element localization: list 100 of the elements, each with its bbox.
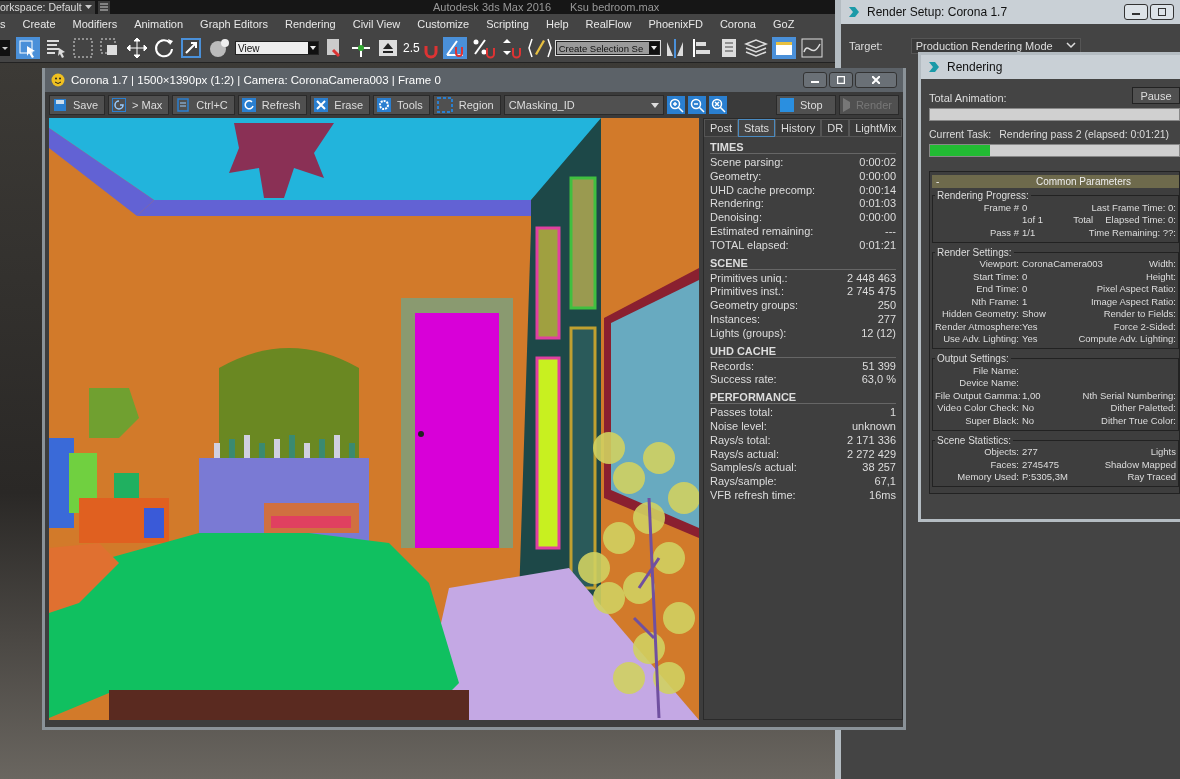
menu-toggle-button[interactable] bbox=[98, 0, 110, 14]
current-task-text: Rendering pass 2 (elapsed: 0:01:21) bbox=[999, 128, 1170, 140]
pivot-icon[interactable] bbox=[349, 36, 373, 60]
close-button[interactable] bbox=[855, 72, 897, 88]
maximize-button[interactable] bbox=[829, 72, 853, 88]
stat-value: 0:00:02 bbox=[859, 156, 896, 170]
panel-tab[interactable]: LightMix bbox=[849, 119, 903, 137]
rectangle-selection-icon[interactable] bbox=[71, 36, 95, 60]
toolbar-button[interactable]: Erase bbox=[310, 95, 371, 115]
channel-dropdown[interactable]: CMasking_ID bbox=[503, 95, 664, 115]
reference-coordinate-dropdown[interactable]: View bbox=[235, 41, 319, 55]
field-value: P:5305,3M bbox=[1022, 471, 1068, 483]
stat-value: 16ms bbox=[869, 488, 896, 503]
toolbar-button[interactable]: Region bbox=[432, 95, 501, 115]
field-label: Render to Fields: bbox=[1103, 308, 1176, 320]
stat-label: Rendering: bbox=[710, 197, 764, 212]
stat-value: 2 171 336 bbox=[847, 433, 896, 448]
stat-value: 2 745 475 bbox=[847, 285, 896, 300]
menu-item[interactable]: Scripting bbox=[477, 18, 538, 30]
zoom-out-icon[interactable] bbox=[687, 96, 706, 114]
menu-item[interactable]: Corona bbox=[711, 18, 765, 30]
menu-item[interactable]: Rendering bbox=[276, 18, 345, 30]
minimize-button[interactable] bbox=[803, 72, 827, 88]
spiral-icon bbox=[112, 98, 127, 112]
menu-item[interactable]: Graph Editors bbox=[191, 18, 277, 30]
snap-value: 2.5 bbox=[403, 41, 420, 55]
close-icon bbox=[872, 76, 880, 84]
stat-label: Lights (groups): bbox=[710, 326, 787, 341]
angle-snap-icon[interactable] bbox=[441, 36, 468, 60]
menu-item[interactable]: s bbox=[0, 18, 14, 30]
field-label: Height: bbox=[1145, 270, 1176, 282]
selection-set-dropdown[interactable]: Create Selection Se bbox=[555, 41, 660, 55]
menu-item[interactable]: Customize bbox=[408, 18, 478, 30]
zoom-fit-icon[interactable] bbox=[708, 96, 727, 114]
menu-item[interactable]: Modifiers bbox=[64, 18, 126, 30]
panel-tab[interactable]: History bbox=[775, 119, 822, 137]
rotate-icon[interactable] bbox=[152, 36, 176, 60]
menu-item[interactable]: Help bbox=[537, 18, 578, 30]
region-select-icon bbox=[436, 97, 453, 113]
stat-label: Scene parsing: bbox=[710, 156, 784, 170]
toolbar-button[interactable]: Ctrl+C bbox=[172, 95, 235, 115]
pause-button[interactable]: Pause bbox=[1132, 87, 1180, 104]
app-logo-icon bbox=[847, 5, 861, 19]
menu-item[interactable]: Create bbox=[14, 18, 65, 30]
menu-item[interactable]: Civil View bbox=[344, 18, 409, 30]
stat-label: Rays/sample: bbox=[710, 475, 777, 489]
maximize-button[interactable] bbox=[1150, 4, 1174, 20]
stat-label: Instances: bbox=[710, 312, 761, 327]
toolbar-button[interactable]: Refresh bbox=[237, 95, 308, 115]
field-label: Shadow Mapped bbox=[1104, 458, 1176, 470]
scale-icon[interactable] bbox=[179, 36, 203, 60]
curve-editor-icon[interactable] bbox=[799, 36, 824, 60]
field-label: Start Time: bbox=[973, 270, 1019, 282]
field-label: Image Aspect Ratio: bbox=[1090, 295, 1176, 307]
select-object-icon[interactable] bbox=[15, 36, 41, 60]
workspace-dropdown[interactable]: orkspace: Default bbox=[0, 0, 95, 14]
layers-icon[interactable] bbox=[743, 36, 768, 60]
edit-named-selection-icon[interactable] bbox=[526, 36, 553, 60]
menu-icon bbox=[100, 3, 108, 11]
menu-item[interactable]: GoZ bbox=[764, 18, 803, 30]
field-label: Hidden Geometry: bbox=[941, 308, 1019, 320]
chevron-down-icon bbox=[1065, 42, 1076, 50]
field-label: Memory Used: bbox=[957, 471, 1019, 483]
menu-item[interactable]: Animation bbox=[125, 18, 192, 30]
panel-tab[interactable]: Post bbox=[704, 119, 738, 137]
gear-icon bbox=[377, 98, 392, 112]
panel-tab[interactable]: DR bbox=[821, 119, 850, 137]
field-label: Elapsed Time: 0: bbox=[1105, 214, 1176, 226]
menu-item[interactable]: PhoenixFD bbox=[639, 18, 712, 30]
refresh-icon bbox=[241, 98, 256, 112]
scene-explorer-icon[interactable] bbox=[770, 36, 797, 60]
group-title: Render Settings: bbox=[936, 246, 1013, 258]
field-label: File Name: bbox=[973, 364, 1019, 376]
stat-value: 38 257 bbox=[862, 461, 896, 476]
field-label: Nth Serial Numbering: bbox=[1082, 389, 1176, 401]
stop-button[interactable]: Stop bbox=[776, 95, 836, 115]
zoom-in-icon[interactable] bbox=[666, 96, 685, 114]
stat-value: 0:00:00 bbox=[859, 211, 896, 225]
stat-label: Geometry groups: bbox=[710, 299, 799, 313]
field-value: No bbox=[1022, 402, 1035, 414]
stat-value: 0:00:00 bbox=[859, 169, 896, 184]
stat-label: Rays/s actual: bbox=[710, 447, 780, 462]
toolbar-button[interactable]: > Max bbox=[108, 95, 170, 115]
dropdown-arrow-icon bbox=[650, 102, 659, 108]
rollout-header[interactable]: - Common Parameters bbox=[932, 175, 1179, 188]
stat-value: 2 448 463 bbox=[847, 271, 896, 286]
field-value: CoronaCamera003 bbox=[1022, 258, 1103, 270]
field-value: No bbox=[1022, 414, 1035, 426]
stat-label: UHD cache precomp: bbox=[710, 183, 816, 198]
move-icon[interactable] bbox=[125, 36, 149, 60]
toolbar-button[interactable]: Tools bbox=[373, 95, 430, 115]
panel-tab[interactable]: Stats bbox=[738, 119, 776, 137]
menu-item[interactable]: RealFlow bbox=[577, 18, 640, 30]
field-value: 1 bbox=[1022, 295, 1028, 307]
stat-label: Geometry: bbox=[710, 169, 762, 184]
app-title: Autodesk 3ds Max 2016 bbox=[433, 1, 552, 13]
window-title: Corona 1.7 | 1500×1390px (1:2) | Camera: CoronaCamera003 | Frame 0 bbox=[71, 74, 441, 86]
toolbar-button[interactable]: Save bbox=[49, 95, 106, 115]
field-value: Yes bbox=[1022, 333, 1038, 345]
minimize-button[interactable] bbox=[1124, 4, 1148, 20]
